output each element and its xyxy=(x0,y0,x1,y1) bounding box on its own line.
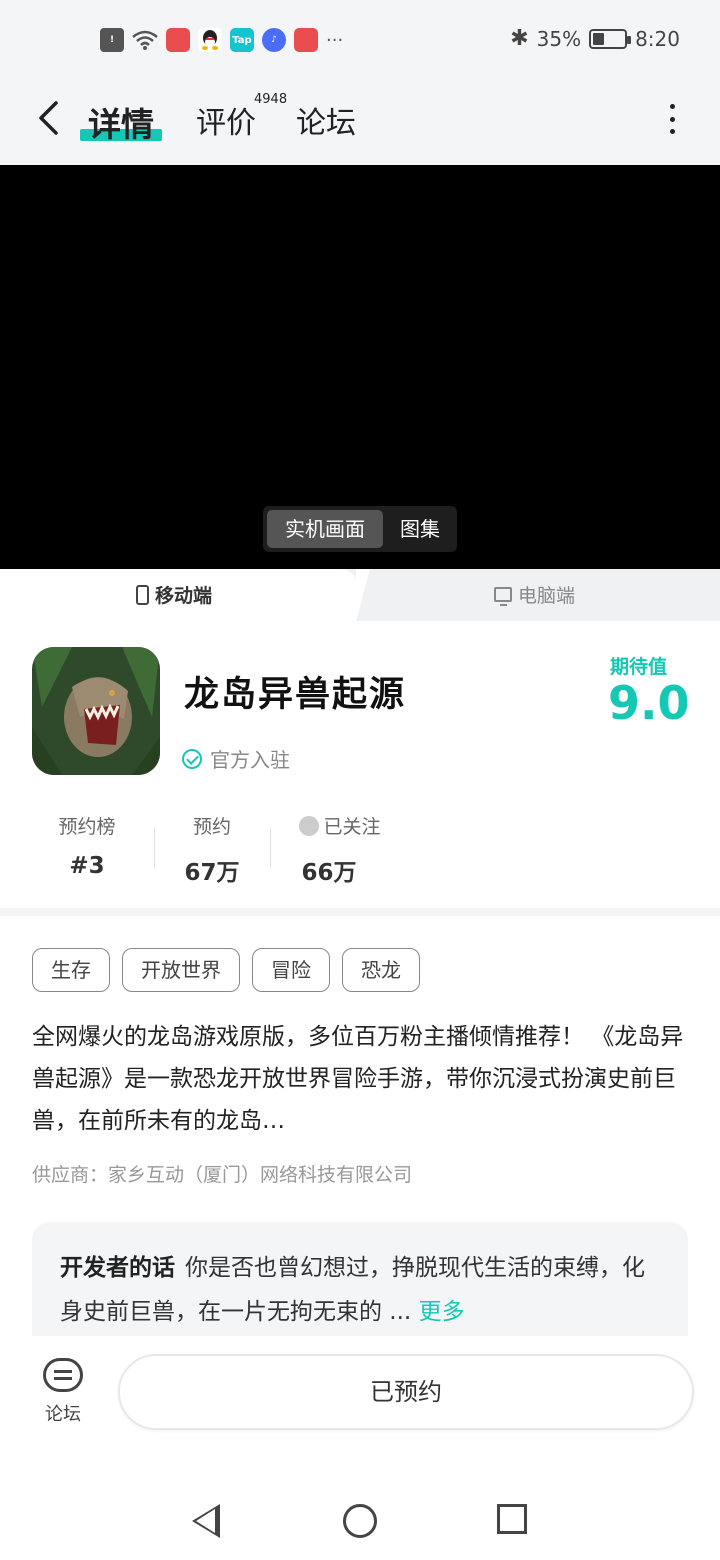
system-nav-bar xyxy=(0,1452,720,1560)
back-button[interactable] xyxy=(30,98,66,138)
taptap-icon: Tap xyxy=(230,28,254,52)
battery-icon xyxy=(589,28,632,49)
monitor-icon xyxy=(494,587,512,606)
music-icon: ♪ xyxy=(262,28,286,52)
gallery-option[interactable]: 图集 xyxy=(389,510,451,548)
alert-icon: ! xyxy=(100,28,124,52)
stat-reservation-rank[interactable]: 预约榜 #3 xyxy=(50,812,124,879)
expectation-score: 9.0 xyxy=(608,676,690,730)
stat-reservations: 预约 67万 xyxy=(184,816,240,886)
chat-bubble-icon xyxy=(43,1358,83,1392)
chevron-left-icon xyxy=(39,101,58,135)
forum-button[interactable]: 论坛 xyxy=(38,1358,88,1426)
status-bar: ! Tap ♪ ··· ✱ 35% 8:20 xyxy=(0,0,720,84)
tag[interactable]: 恐龙 xyxy=(342,948,420,992)
battery-percent: 35% xyxy=(536,26,582,51)
section-divider xyxy=(0,908,720,916)
tag[interactable]: 生存 xyxy=(32,948,110,992)
tag-list: 生存 开放世界 冒险 恐龙 xyxy=(32,948,420,992)
huawei-appgallery-icon xyxy=(166,28,190,52)
more-options-button[interactable] xyxy=(660,104,684,134)
wifi-icon xyxy=(132,29,158,51)
official-badge: 官方入驻 xyxy=(182,744,290,773)
nav-back-icon[interactable] xyxy=(192,1504,220,1538)
media-type-switch: 实机画面 图集 xyxy=(263,506,457,552)
huawei-appgallery-icon-2 xyxy=(294,28,318,52)
heart-icon xyxy=(299,815,320,836)
tab-reviews[interactable]: 评价 xyxy=(196,98,256,142)
tab-pc[interactable]: 电脑端 xyxy=(494,581,575,608)
game-description[interactable]: 全网爆火的龙岛游戏原版，多位百万粉主播倾情推荐！ 《龙岛异兽起源》是一款恐龙开放… xyxy=(32,1016,688,1142)
phone-icon xyxy=(136,584,149,605)
stats-row: 预约榜 #3 预约 67万 已关注 66万 xyxy=(0,812,720,892)
tag[interactable]: 开放世界 xyxy=(122,948,240,992)
status-right: ✱ 35% 8:20 xyxy=(510,26,680,51)
nav-home-icon[interactable] xyxy=(343,1504,377,1538)
qq-icon xyxy=(198,28,222,52)
tab-mobile[interactable]: 移动端 xyxy=(136,581,212,608)
battery-fill xyxy=(593,32,605,45)
game-title: 龙岛异兽起源 xyxy=(184,675,407,715)
tag[interactable]: 冒险 xyxy=(252,948,330,992)
developer-note-label: 开发者的话 xyxy=(60,1255,175,1281)
verified-check-icon xyxy=(182,748,202,769)
tab-forum[interactable]: 论坛 xyxy=(296,98,356,142)
reserved-button[interactable]: 已预约 xyxy=(118,1354,694,1430)
expectation-label: 期待值 xyxy=(610,656,668,678)
supplier-info: 供应商：家乡互动（厦门）网络科技有限公司 xyxy=(32,1164,413,1186)
review-count: 4948 xyxy=(254,92,288,107)
gameplay-footage-option[interactable]: 实机画面 xyxy=(267,510,383,548)
stat-followed[interactable]: 已关注 66万 xyxy=(292,812,388,887)
more-notifications-icon: ··· xyxy=(326,29,344,51)
developer-note-card[interactable]: 开发者的话 你是否也曾幻想过，挣脱现代生活的束缚，化身史前巨兽，在一片无拘无束的 … xyxy=(32,1222,688,1342)
notification-icons: ! Tap ♪ ··· xyxy=(100,28,343,52)
more-link[interactable]: 更多 xyxy=(419,1299,465,1325)
platform-tabs: 移动端 电脑端 xyxy=(0,569,720,621)
clock: 8:20 xyxy=(635,26,680,51)
game-icon xyxy=(32,647,160,775)
bottom-action-bar: 论坛 已预约 xyxy=(0,1336,720,1452)
top-tab-bar: 详情 评价 4948 论坛 xyxy=(0,84,720,165)
nav-recents-icon[interactable] xyxy=(497,1504,527,1534)
tab-details[interactable]: 详情 xyxy=(88,98,154,146)
media-player[interactable]: 实机画面 图集 xyxy=(0,165,720,569)
bluetooth-icon: ✱ xyxy=(510,26,529,51)
